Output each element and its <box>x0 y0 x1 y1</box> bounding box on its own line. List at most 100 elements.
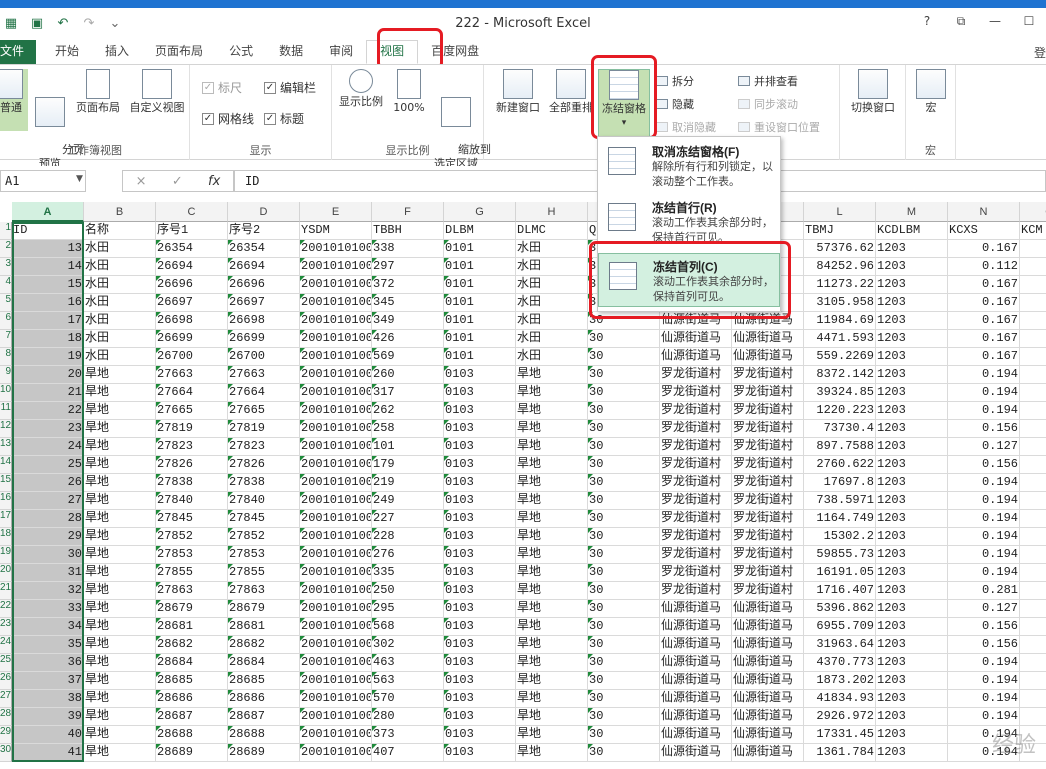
table-cell[interactable]: 18 <box>12 330 84 348</box>
menu-unfreeze-panes[interactable]: 取消冻结窗格(F) 解除所有行和列锁定，以滚动整个工作表。 <box>598 139 780 193</box>
insert-function-icon[interactable]: fx <box>208 174 220 189</box>
table-cell[interactable]: 旱地 <box>84 636 156 654</box>
table-cell[interactable]: 27863 <box>156 582 228 600</box>
table-cell[interactable]: 27826 <box>228 456 300 474</box>
table-cell[interactable]: 1203 <box>876 258 948 276</box>
table-cell[interactable]: 21 <box>12 384 84 402</box>
table-cell[interactable]: 426 <box>372 330 444 348</box>
table-cell[interactable]: 34 <box>12 618 84 636</box>
table-cell[interactable]: 27823 <box>228 438 300 456</box>
table-cell[interactable]: 1203 <box>876 330 948 348</box>
table-cell[interactable]: 0.127 <box>948 600 1020 618</box>
table-cell[interactable]: 114 <box>1020 438 1046 456</box>
table-cell[interactable]: 罗龙街道村 <box>660 420 732 438</box>
table-cell[interactable]: 16191.05 <box>804 564 876 582</box>
table-cell[interactable]: 335 <box>372 564 444 582</box>
table-cell[interactable]: 38 <box>12 690 84 708</box>
table-cell[interactable]: 27852 <box>228 528 300 546</box>
table-cell[interactable]: 0.194 <box>948 366 1020 384</box>
table-cell[interactable]: 仙源街道马 <box>732 690 804 708</box>
table-cell[interactable]: 旱地 <box>84 384 156 402</box>
table-cell[interactable]: 1203 <box>876 312 948 330</box>
table-cell[interactable]: 仙源街道马 <box>732 708 804 726</box>
row-header[interactable]: 13 <box>0 438 12 456</box>
row-header[interactable]: 30 <box>0 744 12 762</box>
table-cell[interactable]: 143 <box>1020 492 1046 510</box>
split-button[interactable]: 拆分 <box>656 73 694 89</box>
table-cell[interactable]: 8372.142 <box>804 366 876 384</box>
table-cell[interactable]: 2001010100 <box>300 384 372 402</box>
table-cell[interactable]: 2001010100 <box>300 456 372 474</box>
table-cell[interactable]: 旱地 <box>516 528 588 546</box>
tab-home[interactable]: 开始 <box>42 40 92 64</box>
table-cell[interactable]: 26354 <box>156 240 228 258</box>
table-cell[interactable]: 897.7588 <box>804 438 876 456</box>
table-cell[interactable]: 1203 <box>876 744 948 762</box>
table-cell[interactable]: 1203 <box>876 564 948 582</box>
table-cell[interactable]: 6955.709 <box>804 618 876 636</box>
table-cell[interactable]: 旱地 <box>84 546 156 564</box>
row-header[interactable]: 29 <box>0 726 12 744</box>
table-cell[interactable]: 0.194 <box>948 546 1020 564</box>
table-cell[interactable]: 2001010100 <box>300 582 372 600</box>
table-cell[interactable]: 0.281 <box>948 582 1020 600</box>
table-cell[interactable]: 30 <box>588 744 660 762</box>
custom-views-button[interactable]: 自定义视图 <box>126 69 188 115</box>
table-cell[interactable]: 0101 <box>444 330 516 348</box>
table-cell[interactable]: 2001010100 <box>300 492 372 510</box>
table-cell[interactable]: 27853 <box>228 546 300 564</box>
table-cell[interactable]: 罗龙街道村 <box>660 564 732 582</box>
table-cell[interactable]: 仙源街道马 <box>660 618 732 636</box>
table-cell[interactable]: 1716.407 <box>804 582 876 600</box>
table-cell[interactable]: 1203 <box>876 618 948 636</box>
table-cell[interactable]: 罗龙街道村 <box>732 546 804 564</box>
table-cell[interactable]: 0103 <box>444 690 516 708</box>
table-cell[interactable]: 0103 <box>444 564 516 582</box>
table-cell[interactable]: 23 <box>12 420 84 438</box>
table-cell[interactable]: 8 <box>1020 654 1046 672</box>
row-header[interactable]: 19 <box>0 546 12 564</box>
table-cell[interactable]: 水田 <box>516 348 588 366</box>
table-cell[interactable]: 旱地 <box>516 690 588 708</box>
table-cell[interactable]: 41 <box>12 744 84 762</box>
table-cell[interactable]: 旱地 <box>516 492 588 510</box>
table-cell[interactable]: 1203 <box>876 690 948 708</box>
table-cell[interactable]: 43 <box>1020 456 1046 474</box>
row-header[interactable]: 6 <box>0 312 12 330</box>
table-cell[interactable]: 0.167 <box>948 240 1020 258</box>
table-cell[interactable]: 罗龙街道村 <box>732 456 804 474</box>
column-header[interactable]: G <box>444 202 516 222</box>
table-cell[interactable]: 0103 <box>444 744 516 762</box>
table-cell[interactable]: 26 <box>12 474 84 492</box>
table-cell[interactable]: 30 <box>588 636 660 654</box>
table-cell[interactable]: 15 <box>12 276 84 294</box>
table-cell[interactable]: 水田 <box>516 240 588 258</box>
table-cell[interactable]: 28689 <box>156 744 228 762</box>
column-header[interactable]: D <box>228 202 300 222</box>
row-header[interactable]: 11 <box>0 402 12 420</box>
table-cell[interactable]: 旱地 <box>516 456 588 474</box>
table-cell[interactable]: 仙源街道马 <box>732 618 804 636</box>
table-cell[interactable]: 28685 <box>228 672 300 690</box>
zoom-100-button[interactable]: 100% <box>390 69 428 115</box>
table-cell[interactable]: 26698 <box>156 312 228 330</box>
table-cell[interactable]: 30 <box>12 546 84 564</box>
formula-bar-checkbox[interactable]: ✓ 编辑栏 <box>264 79 316 96</box>
table-cell[interactable]: 0103 <box>444 492 516 510</box>
table-cell[interactable]: 28681 <box>156 618 228 636</box>
table-cell[interactable]: 372 <box>372 276 444 294</box>
table-cell[interactable]: 1203 <box>876 438 948 456</box>
table-cell[interactable]: 0.194 <box>948 690 1020 708</box>
table-cell[interactable]: 57376.62 <box>804 240 876 258</box>
row-header[interactable]: 25 <box>0 654 12 672</box>
table-cell[interactable]: 28684 <box>228 654 300 672</box>
table-cell[interactable]: 4471.593 <box>804 330 876 348</box>
table-cell[interactable]: 27664 <box>156 384 228 402</box>
table-cell[interactable]: 30 <box>588 420 660 438</box>
table-cell[interactable]: 2001010100 <box>300 672 372 690</box>
table-cell[interactable]: 200 <box>1020 312 1046 330</box>
row-header[interactable]: 17 <box>0 510 12 528</box>
table-cell[interactable]: 27 <box>12 492 84 510</box>
table-cell[interactable]: 2001010100 <box>300 420 372 438</box>
tab-data[interactable]: 数据 <box>266 40 316 64</box>
